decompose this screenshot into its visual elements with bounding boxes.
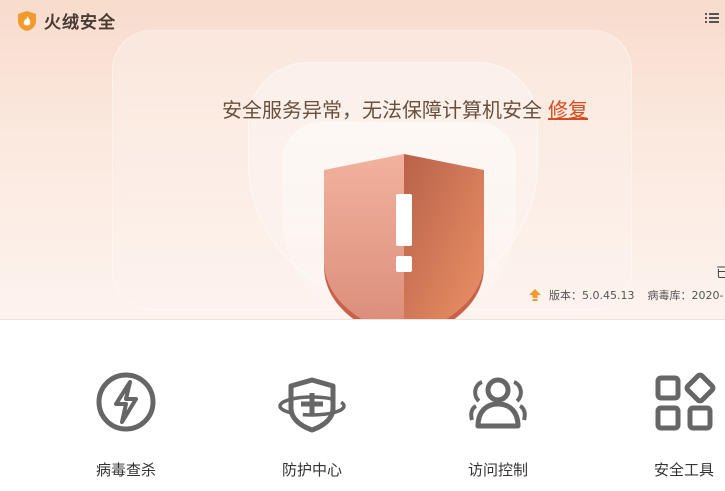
tool-protection-center[interactable]: 防护中心 [242,322,382,491]
menu-icon[interactable] [704,10,720,26]
tool-label: 安全工具 [653,461,714,479]
version-label: 版本：5.0.45.13 [549,289,635,302]
warning-shield-icon [324,154,484,319]
status-hero: 火绒安全 安全服务异常，无法保障计算机安全修复 已 [0,0,725,320]
shield-plus-icon [278,377,346,433]
app-logo: 火绒安全 [16,8,116,33]
lightning-circle-icon [96,372,156,432]
tool-access-control[interactable]: 访问控制 [428,322,568,491]
virus-db-label: 病毒库：2020- [647,289,724,302]
tool-label: 病毒查杀 [95,461,156,479]
alert-message: 安全服务异常，无法保障计算机安全 [222,98,542,122]
tool-label: 防护中心 [281,461,342,479]
status-alert: 安全服务异常，无法保障计算机安全 修复 [0,94,725,123]
tools-bar: 病毒查杀 防护中心 访问控制 安全工具 [0,322,725,491]
tool-virus-scan[interactable]: 病毒查杀 [56,322,196,491]
app-title: 火绒安全 [44,13,116,33]
users-icon [469,377,527,429]
protection-status-text: 已 [716,262,725,281]
version-info: 版本：5.0.45.13 病毒库：2020- [528,287,723,303]
upgrade-arrow-icon[interactable] [528,288,542,302]
grid-apps-icon [655,372,716,431]
tool-security-tools[interactable]: 安全工具 [614,322,725,491]
flame-shield-icon [18,10,36,31]
fix-link[interactable]: 修复 [548,98,588,122]
tool-label: 访问控制 [467,461,528,479]
